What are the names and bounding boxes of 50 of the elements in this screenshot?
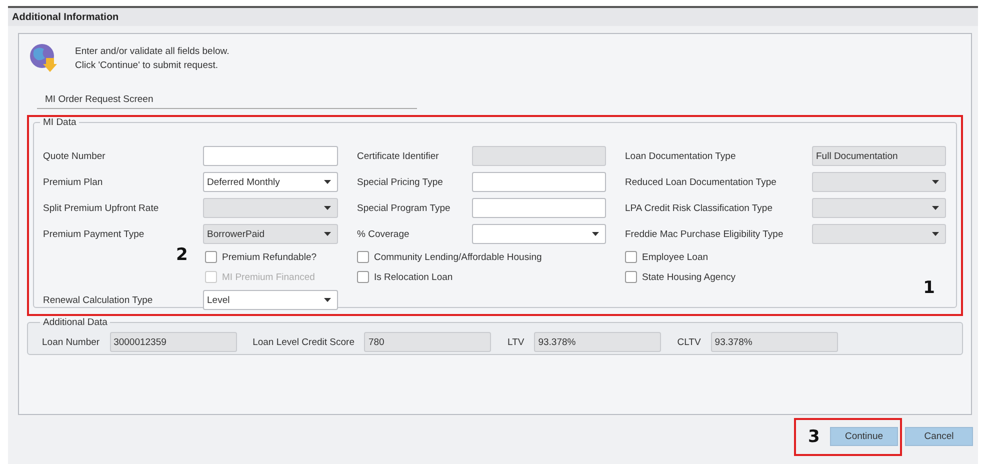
dropdown[interactable]: Level bbox=[203, 290, 338, 310]
field-label: Reduced Loan Documentation Type bbox=[625, 176, 778, 190]
group-legend: Additional Data bbox=[40, 317, 110, 328]
group-legend: MI Data bbox=[40, 117, 80, 128]
field-label: Special Program Type bbox=[357, 202, 452, 216]
annotation-number: 2 bbox=[176, 245, 188, 265]
checkbox-option[interactable]: Employee Loan bbox=[625, 247, 946, 267]
input-field: 93.378% bbox=[710, 332, 838, 352]
dropdown-arrow-icon bbox=[592, 232, 599, 236]
dropdown-arrow-icon bbox=[932, 180, 939, 184]
checkbox-option[interactable]: Premium Refundable? bbox=[203, 247, 338, 267]
instruction-text: Click 'Continue' to submit request. bbox=[75, 60, 220, 71]
field-label: Freddie Mac Purchase Eligibility Type bbox=[625, 228, 784, 242]
dropdown-arrow-icon bbox=[324, 180, 331, 184]
input-field[interactable] bbox=[203, 146, 338, 166]
input-field: 3000012359 bbox=[110, 332, 237, 352]
field-label: Split Premium Upfront Rate bbox=[43, 202, 160, 216]
input-field[interactable] bbox=[472, 198, 606, 218]
field-label: Loan Level Credit Score bbox=[252, 336, 354, 348]
section-tab[interactable]: MI Order Request Screen bbox=[45, 94, 154, 105]
dropdown-arrow-icon bbox=[324, 232, 331, 236]
annotation-number: 3 bbox=[808, 427, 820, 447]
dropdown[interactable] bbox=[472, 224, 606, 244]
window-title: Additional Information bbox=[12, 12, 119, 22]
field-label: Loan Documentation Type bbox=[625, 150, 737, 164]
dropdown-arrow-icon bbox=[932, 206, 939, 210]
field-label: Premium Payment Type bbox=[43, 228, 146, 242]
field-label: % Coverage bbox=[357, 228, 410, 242]
checkbox-option[interactable]: Is Relocation Loan bbox=[357, 267, 606, 287]
input-field: 780 bbox=[364, 332, 492, 352]
field-label: LPA Credit Risk Classification Type bbox=[625, 202, 774, 216]
field-label: Certificate Identifier bbox=[357, 150, 440, 164]
field-label: LTV bbox=[507, 336, 524, 348]
field-label: CLTV bbox=[677, 336, 701, 348]
dropdown-arrow-icon bbox=[324, 206, 331, 210]
input-field: 93.378% bbox=[534, 332, 662, 352]
dropdown-arrow-icon bbox=[324, 298, 331, 302]
dropdown-arrow-icon bbox=[932, 232, 939, 236]
field-label: Loan Number bbox=[42, 336, 100, 348]
dialog-button[interactable]: Continue bbox=[830, 427, 898, 446]
field-label: Special Pricing Type bbox=[357, 176, 444, 190]
input-field[interactable] bbox=[472, 172, 606, 192]
annotation-number: 1 bbox=[923, 278, 935, 298]
field-label: Premium Plan bbox=[43, 176, 104, 190]
field-label: Renewal Calculation Type bbox=[43, 294, 154, 308]
field-label: Quote Number bbox=[43, 150, 106, 164]
checkbox-option[interactable]: Community Lending/Affordable Housing bbox=[357, 247, 606, 267]
instruction-text: Enter and/or validate all fields below. bbox=[75, 46, 230, 57]
dropdown[interactable]: Deferred Monthly bbox=[203, 172, 338, 192]
dialog-button[interactable]: Cancel bbox=[905, 427, 973, 446]
